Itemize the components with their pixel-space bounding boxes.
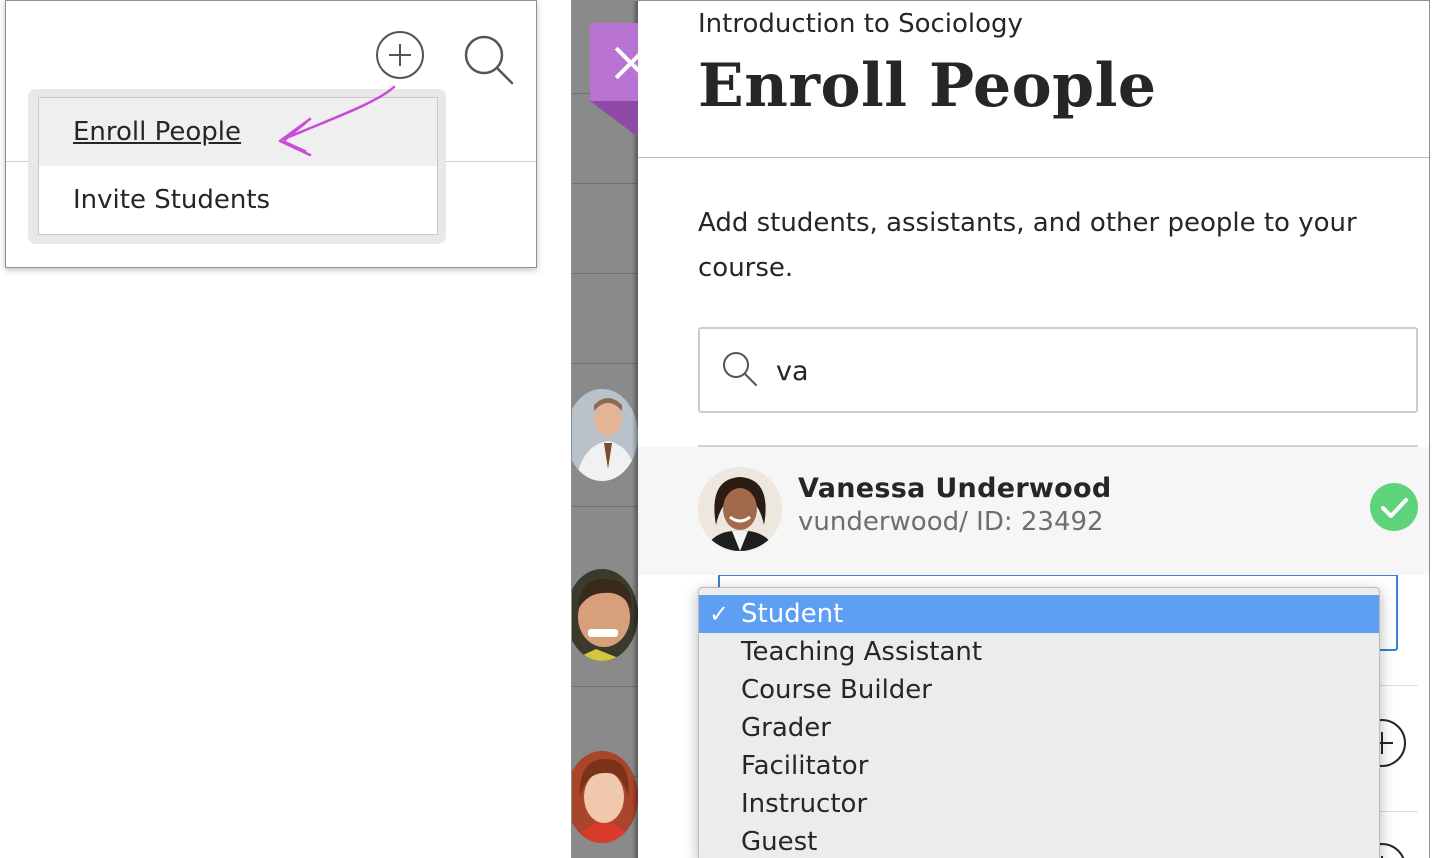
course-name: Introduction to Sociology [698, 9, 1023, 39]
role-option-instructor[interactable]: Instructor [699, 785, 1379, 823]
avatar [572, 569, 638, 661]
role-option-label: Course Builder [741, 675, 932, 705]
panel-description: Add students, assistants, and other peop… [698, 208, 1357, 283]
enroll-people-panel-frame: Introduction to Sociology Enroll People … [571, 0, 1430, 858]
role-dropdown-menu: ✓ Student Teaching Assistant Course Buil… [698, 587, 1380, 858]
role-option-label: Student [741, 599, 844, 629]
username: vunderwood [798, 507, 960, 537]
role-option-guest[interactable]: Guest [699, 823, 1379, 858]
checkmark-icon: ✓ [709, 600, 730, 628]
search-result-row[interactable]: Vanessa Underwood vunderwood/ ID: 23492 [638, 447, 1429, 575]
search-icon [723, 352, 757, 386]
close-tab-fold [590, 101, 638, 137]
role-option-label: Teaching Assistant [741, 637, 983, 667]
role-option-grader[interactable]: Grader [699, 709, 1379, 747]
role-option-label: Facilitator [741, 751, 869, 781]
role-option-teaching-assistant[interactable]: Teaching Assistant [699, 633, 1379, 671]
avatar [698, 467, 782, 551]
menu-snippet: Enroll People Invite Students [5, 0, 537, 268]
enroll-panel: Introduction to Sociology Enroll People … [638, 1, 1429, 858]
person-username: vunderwood/ ID: 23492 [798, 507, 1104, 537]
search-icon[interactable] [460, 31, 516, 87]
divider [638, 157, 1429, 158]
role-option-facilitator[interactable]: Facilitator [699, 747, 1379, 785]
avatar [572, 751, 638, 843]
role-option-course-builder[interactable]: Course Builder [699, 671, 1379, 709]
role-option-label: Instructor [741, 789, 868, 819]
menu-item-invite-students[interactable]: Invite Students [39, 166, 437, 234]
check-circle-icon [1370, 483, 1418, 531]
add-button[interactable] [376, 31, 424, 79]
user-id: / ID: 23492 [959, 507, 1104, 537]
avatar [572, 389, 638, 481]
annotation-arrow [278, 85, 396, 157]
person-name: Vanessa Underwood [798, 473, 1112, 504]
page-title: Enroll People [698, 51, 1157, 121]
role-option-label: Grader [741, 713, 831, 743]
people-search-field[interactable] [698, 327, 1418, 413]
role-option-student[interactable]: ✓ Student [699, 595, 1379, 633]
role-option-label: Guest [741, 827, 818, 857]
search-input[interactable] [776, 349, 1376, 393]
